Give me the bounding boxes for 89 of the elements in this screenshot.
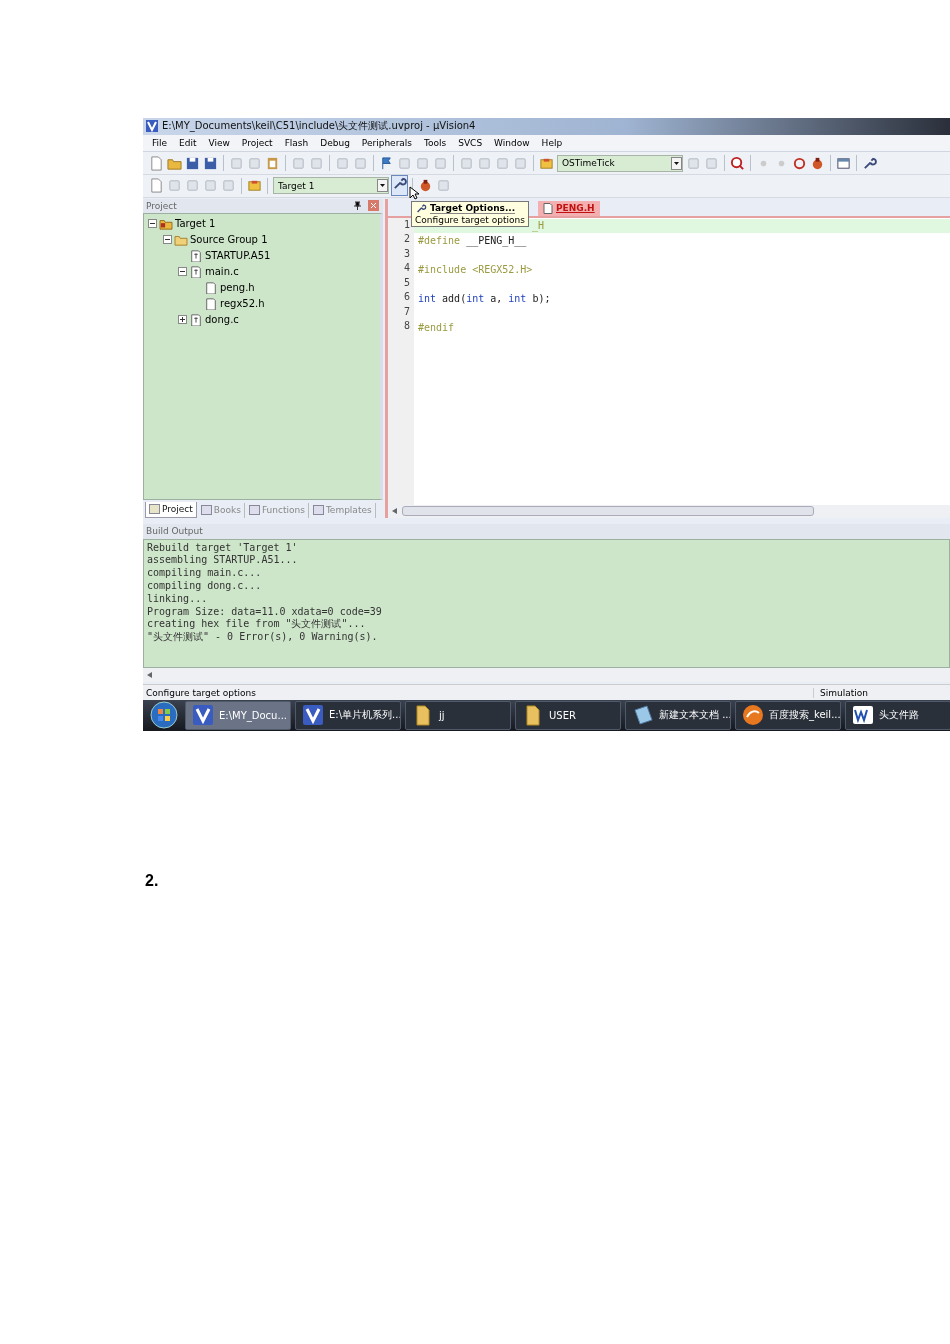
panel-title: Project [146, 200, 177, 211]
step-number: 2. [145, 872, 160, 890]
tool-icon [415, 203, 427, 214]
menu-item[interactable]: Help [535, 138, 569, 149]
start-button[interactable] [147, 701, 181, 730]
code-line: #endif [418, 321, 455, 333]
app-icon [192, 704, 214, 727]
line-number: 5 [403, 276, 410, 290]
code-line: _H [532, 220, 545, 232]
app-icon [146, 120, 158, 133]
taskbar-button[interactable]: E:\单片机系列... [295, 700, 401, 730]
status-mode: Simulation [813, 687, 950, 698]
file-icon [204, 281, 218, 294]
line-number: 1 [403, 218, 410, 232]
taskbar-button[interactable]: USER [515, 700, 621, 730]
options-icon[interactable] [392, 176, 407, 192]
panel-title: Build Output [146, 526, 203, 537]
code-line: #define __PENG_H__ [418, 234, 527, 246]
scroll-left-icon[interactable] [147, 672, 153, 679]
circle-icon[interactable] [792, 155, 807, 171]
magnifier-icon[interactable] [730, 155, 745, 171]
tree-item[interactable]: Target 1 [175, 218, 216, 230]
line-number: 8 [403, 320, 410, 334]
collapse-toggle[interactable] [148, 219, 157, 229]
mouse-cursor-icon [409, 186, 419, 200]
folder-icon [174, 233, 188, 246]
menu-item[interactable]: Debug [314, 138, 356, 149]
browser-icon [742, 704, 764, 727]
tree-item[interactable]: main.c [205, 266, 239, 278]
expand-toggle[interactable] [178, 315, 187, 325]
window-icon[interactable] [836, 155, 851, 171]
tree-item[interactable]: dong.c [205, 314, 239, 326]
tab-icon [312, 505, 324, 516]
file-icon [543, 202, 553, 214]
menu-item[interactable]: Project [235, 138, 279, 149]
app-icon [302, 704, 324, 727]
line-number: 2 [403, 233, 410, 247]
collapse-toggle[interactable] [163, 235, 172, 245]
taskbar-button[interactable]: jj [405, 700, 511, 730]
document-icon [852, 704, 874, 727]
file-icon [204, 297, 218, 310]
panel-tab[interactable]: Project [145, 501, 197, 518]
taskbar-button[interactable]: 头文件路 [845, 700, 950, 730]
menu-item[interactable]: Flash [278, 138, 315, 149]
folder-icon [159, 217, 173, 230]
line-number: 6 [403, 291, 410, 305]
disks-icon[interactable] [203, 155, 218, 171]
menu-item[interactable]: Window [488, 138, 536, 149]
line-number: 7 [403, 305, 410, 319]
tab-icon [248, 505, 260, 516]
pin-icon[interactable] [353, 201, 362, 211]
taskbar-button[interactable]: E:\MY_Docu... [185, 700, 291, 730]
close-icon[interactable] [368, 200, 379, 212]
build-output: Rebuild target 'Target 1' assembling STARTUP.A51... compiling main.c... compiling dong.c... linking... Program Size: data=11.0 xdata=0 code=39 creating hex file from "头文件测试"... "头文件测试" - 0 Error(s), 0 Warning(s). [143, 538, 950, 669]
window-title: E:\MY_Documents\keil\C51\include\头文件测试.uvproj - µVision4 [162, 119, 476, 134]
tree-item[interactable]: regx52.h [220, 298, 265, 310]
status-message: Configure target options [145, 687, 257, 698]
file-icon [189, 249, 203, 262]
tab-icon [149, 504, 160, 515]
taskbar-button[interactable]: 百度搜索_keil... [735, 700, 841, 730]
menu-item[interactable]: Peripherals [355, 138, 419, 149]
collapse-toggle[interactable] [178, 267, 187, 277]
function-combo[interactable]: OSTimeTick [557, 154, 683, 172]
menu-item[interactable]: SVCS [452, 138, 489, 149]
menu-item[interactable]: File [146, 138, 174, 149]
taskbar-button[interactable]: 新建文本文档 ... [625, 700, 731, 730]
notepad-icon [632, 704, 654, 727]
menu-item[interactable]: Tools [418, 138, 453, 149]
menu-item[interactable]: View [202, 138, 236, 149]
page-icon[interactable] [149, 155, 164, 171]
editor-tab[interactable]: PENG.H [538, 200, 600, 216]
scrollbar-thumb[interactable] [402, 506, 814, 517]
scroll-left-icon[interactable] [392, 508, 398, 515]
target-combo[interactable]: Target 1 [273, 177, 389, 195]
file-icon [189, 265, 203, 278]
line-number: 3 [403, 247, 410, 261]
tree-item[interactable]: peng.h [220, 282, 255, 294]
code-line: #include <REGX52.H> [418, 263, 533, 275]
clipboard-icon[interactable] [265, 155, 280, 171]
tooltip: Target Options... Configure target options [411, 201, 529, 227]
tree-item[interactable]: Source Group 1 [190, 234, 268, 246]
line-number: 4 [403, 262, 410, 276]
code-line: int add(int a, int b); [418, 292, 551, 304]
flag-icon[interactable] [379, 155, 394, 171]
menu-item[interactable]: Edit [173, 138, 203, 149]
tab-icon [200, 505, 212, 516]
tree-item[interactable]: STARTUP.A51 [205, 250, 271, 262]
file-icon [189, 313, 203, 326]
wrench-icon[interactable] [862, 155, 877, 171]
